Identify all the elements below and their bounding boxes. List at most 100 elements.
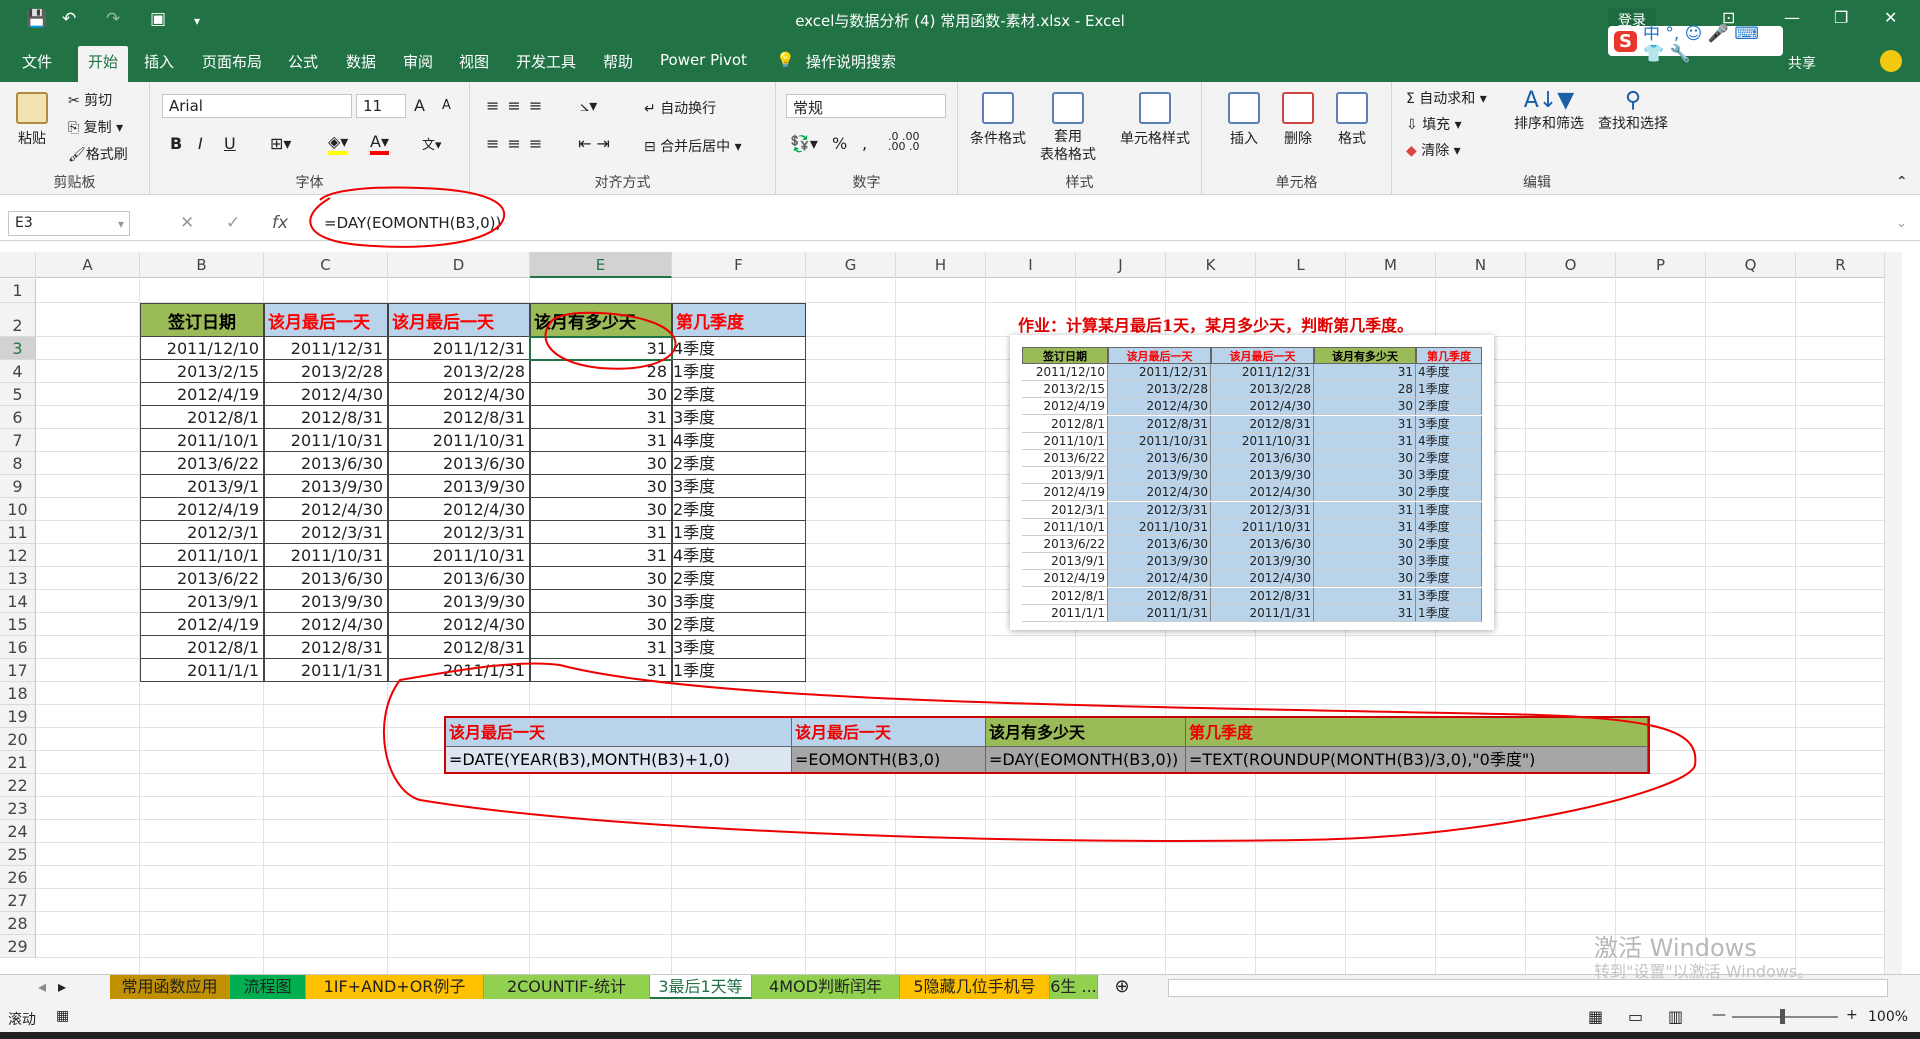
table-cell[interactable]: 3季度 bbox=[672, 636, 806, 659]
cancel-icon[interactable]: ✕ bbox=[180, 213, 194, 233]
table-cell[interactable]: 1季度 bbox=[672, 521, 806, 544]
table-cell[interactable]: 2013/9/30 bbox=[264, 475, 388, 498]
column-header-H[interactable]: H bbox=[896, 252, 986, 278]
cell-styles-button[interactable]: 单元格样式 bbox=[1120, 92, 1190, 148]
name-box[interactable]: E3 bbox=[8, 211, 130, 236]
table-cell[interactable]: 4季度 bbox=[672, 337, 806, 360]
add-sheet-icon[interactable]: ⊕ bbox=[1110, 975, 1134, 999]
cut-button[interactable]: ✂ 剪切 bbox=[68, 90, 112, 110]
table-cell[interactable]: 2011/10/31 bbox=[388, 544, 530, 567]
row-header-2[interactable]: 2 bbox=[0, 303, 36, 337]
worksheet-grid[interactable]: A B C D E F G H I J K L M N O P Q R 1 2 3 4 5 6 7 8 9 10 11 12 13 14 15 1… bbox=[0, 252, 1902, 974]
table-cell[interactable]: 2011/10/1 bbox=[140, 544, 264, 567]
phonetic-button[interactable]: 文▾ bbox=[422, 134, 442, 153]
column-header-A[interactable]: A bbox=[36, 252, 140, 278]
table-cell[interactable]: 31 bbox=[530, 636, 672, 659]
row-header-15[interactable]: 15 bbox=[0, 613, 36, 636]
paste-button[interactable]: 粘贴 bbox=[16, 92, 48, 148]
row-header-24[interactable]: 24 bbox=[0, 820, 36, 843]
fill-button[interactable]: ⇩ 填充 ▾ bbox=[1406, 114, 1462, 134]
format-as-table-button[interactable]: 套用 表格格式 bbox=[1040, 92, 1096, 164]
table-cell[interactable]: 31 bbox=[530, 659, 672, 682]
zoom-out-icon[interactable]: — bbox=[1712, 1007, 1726, 1023]
table-cell[interactable]: 2013/6/30 bbox=[264, 452, 388, 475]
column-header-M[interactable]: M bbox=[1346, 252, 1436, 278]
tab-insert[interactable]: 插入 bbox=[144, 51, 174, 72]
column-header-K[interactable]: K bbox=[1166, 252, 1256, 278]
table-cell[interactable]: 2011/1/1 bbox=[140, 659, 264, 682]
table-cell[interactable]: 2012/4/30 bbox=[264, 613, 388, 636]
table-cell[interactable]: 31 bbox=[530, 521, 672, 544]
macro-record-icon[interactable]: ▦ bbox=[56, 1008, 69, 1024]
format-painter-button[interactable]: 🖌格式刷 bbox=[68, 144, 128, 164]
sheet-tab[interactable]: 4MOD判断闰年 bbox=[752, 975, 900, 999]
table-cell[interactable]: 2013/6/30 bbox=[388, 567, 530, 590]
table-cell[interactable]: 2012/4/30 bbox=[264, 383, 388, 406]
shrink-font-button[interactable]: A bbox=[442, 98, 451, 113]
table-cell[interactable]: 2011/12/31 bbox=[388, 337, 530, 360]
table-cell[interactable]: 30 bbox=[530, 498, 672, 521]
column-header-O[interactable]: O bbox=[1526, 252, 1616, 278]
table-cell[interactable]: 2013/2/28 bbox=[264, 360, 388, 383]
table-cell[interactable]: 2013/9/1 bbox=[140, 590, 264, 613]
table-cell[interactable]: 28 bbox=[530, 360, 672, 383]
zoom-slider[interactable] bbox=[1732, 1016, 1838, 1018]
sheet-tab[interactable]: 常用函数应用 bbox=[110, 975, 230, 999]
sort-filter-button[interactable]: A↓▼ 排序和筛选 bbox=[1514, 88, 1584, 133]
column-header-Q[interactable]: Q bbox=[1706, 252, 1796, 278]
table-cell[interactable]: 3季度 bbox=[672, 590, 806, 613]
table-cell[interactable]: 30 bbox=[530, 590, 672, 613]
tab-developer[interactable]: 开发工具 bbox=[516, 51, 576, 72]
feedback-smiley-icon[interactable] bbox=[1880, 50, 1902, 72]
tell-me-search[interactable]: 操作说明搜索 bbox=[806, 51, 896, 72]
row-header-13[interactable]: 13 bbox=[0, 567, 36, 590]
row-header-5[interactable]: 5 bbox=[0, 383, 36, 406]
table-cell[interactable]: 2013/6/30 bbox=[388, 452, 530, 475]
page-break-view-icon[interactable]: ▥ bbox=[1668, 1007, 1683, 1026]
format-cells-button[interactable]: 格式 bbox=[1336, 92, 1368, 148]
collapse-ribbon-icon[interactable]: ⌃ bbox=[1896, 174, 1908, 190]
table-cell[interactable]: 31 bbox=[530, 429, 672, 452]
table-cell[interactable]: 2011/10/31 bbox=[264, 544, 388, 567]
table-cell[interactable]: 2012/8/31 bbox=[264, 406, 388, 429]
vertical-align-icons[interactable]: ≡≡≡ bbox=[486, 96, 550, 115]
zoom-in-icon[interactable]: + bbox=[1846, 1007, 1858, 1023]
tab-home[interactable]: 开始 bbox=[78, 46, 129, 84]
tab-data[interactable]: 数据 bbox=[346, 51, 376, 72]
merge-center-button[interactable]: ⊟ 合并后居中 ▾ bbox=[644, 136, 742, 156]
table-cell[interactable]: 2013/2/28 bbox=[388, 360, 530, 383]
table-cell[interactable]: 2012/4/30 bbox=[388, 498, 530, 521]
delete-cells-button[interactable]: 删除 bbox=[1282, 92, 1314, 148]
row-header-1[interactable]: 1 bbox=[0, 279, 36, 303]
expand-formula-icon[interactable]: ⌄ bbox=[1896, 216, 1907, 231]
table-cell[interactable]: 2011/10/1 bbox=[140, 429, 264, 452]
row-header-11[interactable]: 11 bbox=[0, 521, 36, 544]
column-header-J[interactable]: J bbox=[1076, 252, 1166, 278]
column-header-N[interactable]: N bbox=[1436, 252, 1526, 278]
table-cell[interactable]: 2013/6/22 bbox=[140, 567, 264, 590]
zoom-slider-thumb[interactable] bbox=[1780, 1009, 1785, 1024]
row-header-9[interactable]: 9 bbox=[0, 475, 36, 498]
table-cell[interactable]: 1季度 bbox=[672, 360, 806, 383]
table-cell[interactable]: 1季度 bbox=[672, 659, 806, 682]
table-cell[interactable]: 2013/9/30 bbox=[388, 590, 530, 613]
tab-power-pivot[interactable]: Power Pivot bbox=[660, 51, 747, 69]
table-cell[interactable]: 2013/6/22 bbox=[140, 452, 264, 475]
column-header-R[interactable]: R bbox=[1796, 252, 1886, 278]
table-cell[interactable]: 2012/4/30 bbox=[388, 383, 530, 406]
table-cell[interactable]: 2012/3/1 bbox=[140, 521, 264, 544]
table-cell[interactable]: 3季度 bbox=[672, 475, 806, 498]
row-header-4[interactable]: 4 bbox=[0, 360, 36, 383]
table-cell[interactable]: 2季度 bbox=[672, 452, 806, 475]
insert-function-button[interactable]: fx bbox=[272, 213, 288, 233]
sheet-tab[interactable]: 3最后1天等 bbox=[650, 975, 752, 999]
tab-page-layout[interactable]: 页面布局 bbox=[202, 51, 262, 72]
table-cell[interactable]: 30 bbox=[530, 475, 672, 498]
table-cell[interactable]: 2013/6/30 bbox=[264, 567, 388, 590]
table-cell[interactable]: 2012/8/1 bbox=[140, 636, 264, 659]
clear-button[interactable]: ◆ 清除 ▾ bbox=[1406, 140, 1461, 160]
table-cell[interactable]: 2012/4/19 bbox=[140, 613, 264, 636]
orientation-icon[interactable]: ⦣▾ bbox=[580, 96, 597, 116]
table-cell[interactable]: 2012/3/31 bbox=[388, 521, 530, 544]
tab-help[interactable]: 帮助 bbox=[603, 51, 633, 72]
